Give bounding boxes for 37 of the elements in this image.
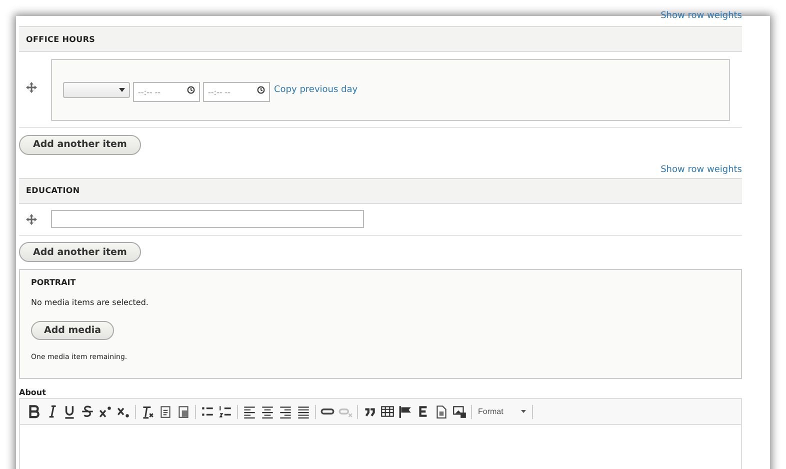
clock-icon	[187, 86, 195, 94]
paste-text-icon[interactable]	[158, 404, 173, 419]
time-field[interactable]: --:-- --	[203, 82, 270, 102]
number-list-icon[interactable]	[218, 404, 233, 419]
document-icon[interactable]	[434, 404, 449, 419]
superscript-icon[interactable]	[98, 404, 113, 419]
section-title: EDUCATION	[26, 186, 80, 195]
caret-icon	[521, 410, 526, 413]
align-center-icon[interactable]	[260, 404, 275, 419]
format-dropdown[interactable]: Format	[476, 404, 533, 418]
add-another-item-button[interactable]: Add another item	[19, 242, 141, 262]
image-icon[interactable]	[452, 404, 467, 419]
portrait-title: PORTRAIT	[31, 278, 77, 287]
education-field[interactable]	[51, 210, 364, 228]
drag-handle-icon[interactable]	[26, 214, 37, 224]
clock-icon	[257, 86, 265, 94]
section-title: OFFICE HOURS	[26, 34, 96, 44]
align-right-icon[interactable]	[278, 404, 293, 419]
align-left-icon[interactable]	[242, 404, 257, 419]
about-label: About	[19, 388, 47, 397]
bold-icon[interactable]	[26, 404, 41, 419]
justify-icon[interactable]	[296, 404, 311, 419]
time-field[interactable]: --:-- --	[133, 82, 200, 102]
drag-handle-icon[interactable]	[26, 82, 37, 93]
strike-icon[interactable]	[80, 404, 95, 419]
underline-icon[interactable]	[62, 404, 77, 419]
show-row-weights-link[interactable]: Show row weights	[660, 164, 742, 174]
caret-icon	[119, 88, 125, 92]
anchor-icon[interactable]	[398, 404, 413, 419]
table-icon[interactable]	[380, 404, 395, 419]
add-media-button[interactable]: Add media	[31, 321, 114, 340]
add-another-item-button[interactable]: Add another item	[19, 134, 141, 154]
copy-previous-day-link[interactable]: Copy previous day	[274, 84, 358, 94]
paste-word-icon[interactable]	[176, 404, 191, 419]
bullet-list-icon[interactable]	[200, 404, 215, 419]
clear-format-icon[interactable]	[140, 404, 155, 419]
media-status-text: No media items are selected.	[31, 298, 150, 307]
